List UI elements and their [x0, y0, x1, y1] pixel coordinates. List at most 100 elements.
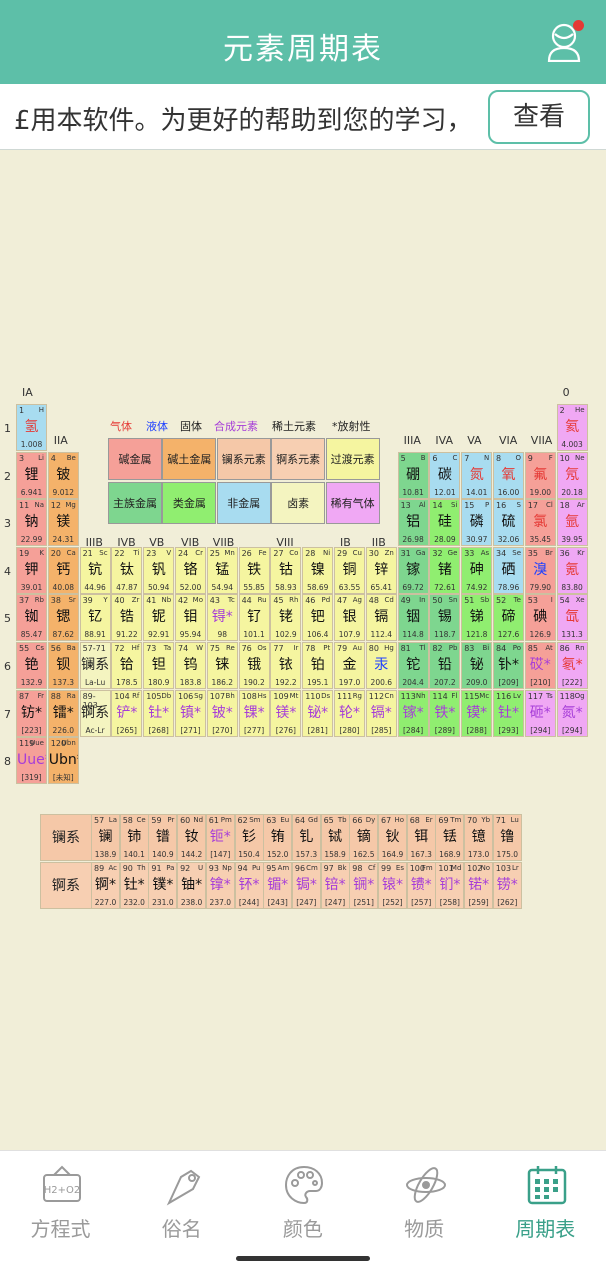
element-u[interactable]: 92 U 铀* 238.0 — [177, 862, 207, 909]
element-eu[interactable]: 63 Eu 铕 152.0 — [263, 814, 293, 861]
element-sr[interactable]: 38 Sr 锶 87.62 — [47, 594, 79, 642]
element-w[interactable]: 74 W 钨 183.8 — [175, 642, 206, 689]
element-rb[interactable]: 37 Rb 铷 85.47 — [16, 594, 47, 642]
element-si[interactable]: 14 Si 硅 28.09 — [429, 499, 461, 547]
element-kr[interactable]: 36 Kr 氪 83.80 — [556, 546, 588, 594]
element-na[interactable]: 11 Na 钠 22.99 — [16, 499, 47, 547]
element-rg[interactable]: 111 Rg 轮* [280] — [334, 689, 365, 737]
element-te[interactable]: 52 Te 碲 127.6 — [493, 594, 524, 642]
element-as[interactable]: 33 As 砷 74.92 — [461, 546, 493, 594]
element-li[interactable]: 3 Li 锂 6.941 — [16, 451, 47, 499]
element-mn[interactable]: 25 Mn 锰 54.94 — [206, 546, 238, 594]
element-ir[interactable]: 77 Ir 铱 192.2 — [270, 642, 302, 689]
element-cn[interactable]: 112 Cn 镉* [285] — [365, 689, 397, 737]
element-bi[interactable]: 83 Bi 铋 209.0 — [461, 642, 493, 689]
element-ubn[interactable]: 120UbnUbn*[未知] — [47, 737, 79, 785]
element-sc[interactable]: 21 Sc 钪 44.96 — [79, 546, 111, 594]
element-s[interactable]: 16 S 硫 32.06 — [493, 499, 524, 547]
element-md[interactable]: 101 Md 钔* [258] — [435, 862, 465, 909]
element-pr[interactable]: 59 Pr 镨 140.9 — [148, 814, 178, 861]
element-bh[interactable]: 107 Bh 铍* [270] — [206, 689, 238, 737]
tab-color[interactable]: 颜色 — [242, 1163, 363, 1243]
element-f[interactable]: 9 F 氟 19.00 — [524, 451, 556, 499]
element-br[interactable]: 35 Br 溴 79.90 — [524, 546, 556, 594]
element-uue[interactable]: 119UueUue*[319] — [16, 737, 47, 785]
element-ca[interactable]: 20 Ca 钙 40.08 — [47, 546, 79, 594]
element-po[interactable]: 84 Po 钋* [209] — [493, 642, 524, 689]
element-ni[interactable]: 28 Ni 镍 58.69 — [302, 546, 334, 594]
element-og[interactable]: 118 Og 氮* [294] — [556, 689, 588, 737]
view-button[interactable]: 查看 — [488, 90, 590, 144]
element-ta[interactable]: 73 Ta 钽 180.9 — [143, 642, 175, 689]
element-cu[interactable]: 29 Cu 铜 63.55 — [334, 546, 365, 594]
element-tc[interactable]: 43 Tc 锝* 98 — [206, 594, 238, 642]
element-pd[interactable]: 46 Pd 钯 106.4 — [302, 594, 334, 642]
element-ne[interactable]: 10 Ne 氖 20.18 — [556, 451, 588, 499]
element-ge[interactable]: 32 Ge 锗 72.61 — [429, 546, 461, 594]
element-sn[interactable]: 50 Sn 锡 118.7 — [429, 594, 461, 642]
element-ti[interactable]: 22 Ti 钛 47.87 — [111, 546, 143, 594]
element-am[interactable]: 95 Am 镅* [243] — [263, 862, 293, 909]
element-zr[interactable]: 40 Zr 锆 91.22 — [111, 594, 143, 642]
element-cl[interactable]: 17 Cl 氯 35.45 — [524, 499, 556, 547]
element-tb[interactable]: 65 Tb 铽 158.9 — [320, 814, 350, 861]
element-al[interactable]: 13 Al 铝 26.98 — [397, 499, 429, 547]
element-be[interactable]: 4 Be 铍 9.012 — [47, 451, 79, 499]
element-au[interactable]: 79 Au 金 197.0 — [334, 642, 365, 689]
element-c[interactable]: 6 C 碳 12.01 — [429, 451, 461, 499]
element-se[interactable]: 34 Se 硒 78.96 — [493, 546, 524, 594]
element-mg[interactable]: 12 Mg 镁 24.31 — [47, 499, 79, 547]
element-o[interactable]: 8 O 氧 16.00 — [493, 451, 524, 499]
element-cf[interactable]: 98 Cf 锎* [251] — [349, 862, 379, 909]
tab-nickname[interactable]: 俗名 — [121, 1163, 242, 1243]
lanthanide-placeholder[interactable]: 57-71 镧系 La-Lu — [79, 642, 111, 689]
element-ag[interactable]: 47 Ag 银 107.9 — [334, 594, 365, 642]
element-lu[interactable]: 71 Lu 镥 175.0 — [492, 814, 522, 861]
tab-periodic-table[interactable]: 周期表 — [485, 1163, 606, 1243]
element-zn[interactable]: 30 Zn 锌 65.41 — [365, 546, 397, 594]
element-nh[interactable]: 113 Nh 镓* [284] — [397, 689, 429, 737]
element-co[interactable]: 27 Co 钴 58.93 — [270, 546, 302, 594]
tab-equation[interactable]: H2+O2 方程式 — [0, 1163, 121, 1243]
element-ac[interactable]: 89 Ac 锕* 227.0 — [91, 862, 120, 909]
element-np[interactable]: 93 Np 镎* 237.0 — [205, 862, 235, 909]
element-mc[interactable]: 115 Mc 镆* [288] — [461, 689, 493, 737]
element-dy[interactable]: 66 Dy 镝 162.5 — [349, 814, 379, 861]
element-i[interactable]: 53 I 碘 126.9 — [524, 594, 556, 642]
element-er[interactable]: 68 Er 铒 167.3 — [406, 814, 436, 861]
element-b[interactable]: 5 B 硼 10.81 — [397, 451, 429, 499]
element-ce[interactable]: 58 Ce 铈 140.1 — [119, 814, 149, 861]
element-la[interactable]: 57 La 镧 138.9 — [91, 814, 120, 861]
element-pa[interactable]: 91 Pa 镤* 231.0 — [148, 862, 178, 909]
element-rf[interactable]: 104 Rf 铲* [265] — [111, 689, 143, 737]
element-tm[interactable]: 69 Tm 铥 168.9 — [435, 814, 465, 861]
element-ds[interactable]: 110 Ds 铋* [281] — [302, 689, 334, 737]
element-cs[interactable]: 55 Cs 铯 132.9 — [16, 642, 47, 689]
element-nb[interactable]: 41 Nb 铌 92.91 — [143, 594, 175, 642]
element-pm[interactable]: 61 Pm 钷* [147] — [205, 814, 235, 861]
element-mt[interactable]: 109 Mt 镁* [276] — [270, 689, 302, 737]
element-no[interactable]: 102 No 锘* [259] — [464, 862, 494, 909]
element-h[interactable]: 1 H 氢 1.008 — [16, 404, 47, 451]
element-sm[interactable]: 62 Sm 钐 150.4 — [234, 814, 264, 861]
actinide-placeholder[interactable]: 89-103 锕系 Ac-Lr — [79, 689, 111, 737]
element-hf[interactable]: 72 Hf 铪 178.5 — [111, 642, 143, 689]
element-tl[interactable]: 81 Tl 铊 204.4 — [397, 642, 429, 689]
element-pu[interactable]: 94 Pu 钚* [244] — [234, 862, 264, 909]
element-ru[interactable]: 44 Ru 钌 101.1 — [238, 594, 270, 642]
element-y[interactable]: 39 Y 钇 88.91 — [79, 594, 111, 642]
element-bk[interactable]: 97 Bk 锫* [247] — [320, 862, 350, 909]
element-rn[interactable]: 86 Rn 氡* [222] — [556, 642, 588, 689]
element-he[interactable]: 2 He 氦 4.003 — [556, 404, 588, 451]
element-pt[interactable]: 78 Pt 铂 195.1 — [302, 642, 334, 689]
element-yb[interactable]: 70 Yb 镱 173.0 — [464, 814, 494, 861]
element-p[interactable]: 15 P 磷 30.97 — [461, 499, 493, 547]
element-ar[interactable]: 18 Ar 氩 39.95 — [556, 499, 588, 547]
element-sg[interactable]: 106 Sg 镇* [271] — [175, 689, 206, 737]
element-n[interactable]: 7 N 氮 14.01 — [461, 451, 493, 499]
element-rh[interactable]: 45 Rh 铑 102.9 — [270, 594, 302, 642]
element-fe[interactable]: 26 Fe 铁 55.85 — [238, 546, 270, 594]
element-re[interactable]: 75 Re 铼 186.2 — [206, 642, 238, 689]
element-lv[interactable]: 116 Lv 钍* [293] — [493, 689, 524, 737]
element-hg[interactable]: 80 Hg 汞 200.6 — [365, 642, 397, 689]
